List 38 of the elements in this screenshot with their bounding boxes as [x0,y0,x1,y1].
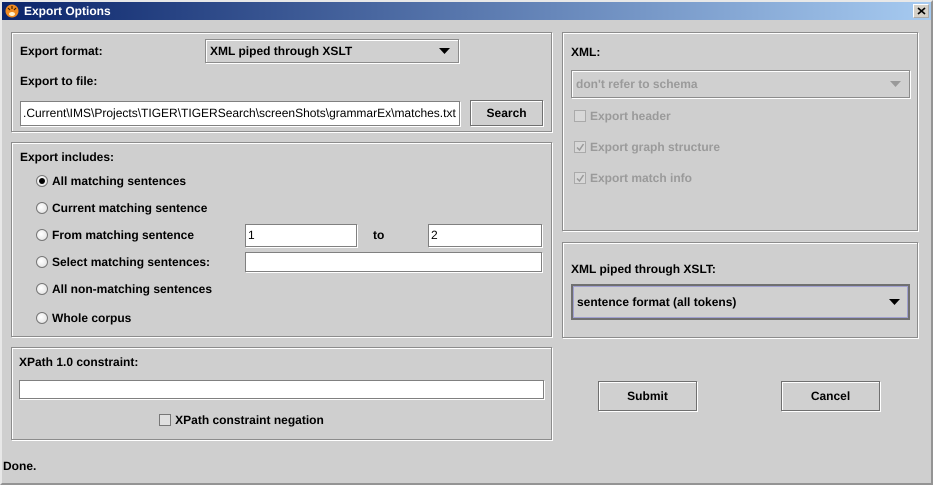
radio-button[interactable] [36,229,48,241]
radio-label: Current matching sentence [52,201,208,215]
xml-title: XML: [571,45,600,59]
radio-button[interactable] [36,283,48,295]
file-path-field[interactable]: .Current\IMS\Projects\TIGER\TIGERSearch\screenShots\grammarEx\matches.txt [20,100,460,126]
search-button[interactable]: Search [470,100,543,126]
checkbox[interactable] [159,414,172,426]
cancel-button[interactable]: Cancel [781,381,880,411]
to-field[interactable]: 2 [428,224,542,246]
selection-field[interactable] [245,252,542,272]
caret-icon [889,299,900,305]
radio-button[interactable] [36,256,48,268]
checkbox-label: XPath constraint negation [175,413,324,427]
radio-label: Whole corpus [52,311,132,325]
radio-button[interactable] [36,202,48,214]
radio-label: All non-matching sentences [52,282,214,296]
from-field[interactable]: 1 [245,224,357,246]
xslt-title: XML piped through XSLT: [571,262,716,276]
includes-title: Export includes: [20,150,114,164]
xpath-title: XPath 1.0 constraint: [19,355,138,369]
format-label: Export format: [20,44,104,58]
radio-button[interactable] [36,312,48,324]
stylesheet-dropdown[interactable]: sentence format (all tokens) [571,284,910,320]
caret-icon [890,81,901,87]
status-text: Done. [3,459,36,473]
radio-label: From matching sentence [52,228,196,242]
radio-button[interactable] [36,175,48,187]
xpath-field[interactable] [19,380,544,399]
radio-label: All matching sentences [52,174,188,188]
close-button[interactable] [913,4,929,18]
submit-button[interactable]: Submit [598,381,697,411]
radio-label: Select matching sentences: [52,255,212,269]
window-title: Export Options [24,4,112,18]
caret-icon [439,48,450,54]
file-label: Export to file: [20,74,98,88]
close-icon [916,7,926,15]
to-label: to [373,228,386,242]
format-dropdown[interactable]: XML piped through XSLT [205,39,459,63]
